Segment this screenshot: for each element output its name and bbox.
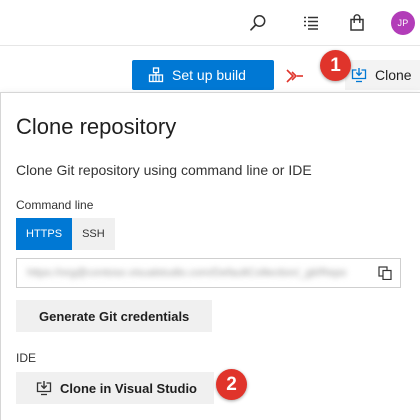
search-icon[interactable] bbox=[246, 11, 270, 35]
clone-icon bbox=[351, 67, 367, 83]
set-up-build-label: Set up build bbox=[172, 67, 246, 83]
clone-url-field[interactable]: https://org@contoso.visualstudio.com/Def… bbox=[16, 258, 401, 288]
pull-request-icon[interactable] bbox=[286, 68, 304, 84]
panel-description: Clone Git repository using command line … bbox=[16, 162, 312, 178]
task-list-icon[interactable] bbox=[299, 11, 323, 35]
set-up-build-button[interactable]: Set up build bbox=[132, 60, 274, 90]
tab-ssh-label: SSH bbox=[82, 228, 105, 240]
step-badge-2: 2 bbox=[216, 369, 247, 400]
ide-label: IDE bbox=[16, 351, 37, 365]
tab-https-label: HTTPS bbox=[26, 228, 63, 240]
generate-git-credentials-label: Generate Git credentials bbox=[39, 308, 190, 324]
step-badge-1: 1 bbox=[320, 50, 351, 81]
clone-in-visual-studio-button[interactable]: Clone in Visual Studio bbox=[16, 372, 214, 404]
protocol-tabs: HTTPS SSH bbox=[16, 218, 115, 250]
tab-https[interactable]: HTTPS bbox=[16, 218, 73, 250]
copy-url-button[interactable] bbox=[370, 259, 400, 287]
avatar[interactable]: JP bbox=[391, 11, 415, 35]
clone-url-value: https://org@contoso.visualstudio.com/Def… bbox=[27, 267, 347, 279]
panel-title: Clone repository bbox=[16, 114, 177, 139]
build-icon bbox=[148, 67, 164, 83]
clone-button-label: Clone bbox=[375, 67, 412, 83]
command-line-label: Command line bbox=[16, 198, 94, 212]
generate-git-credentials-button[interactable]: Generate Git credentials bbox=[16, 300, 213, 332]
clone-repository-panel: Clone repository Clone Git repository us… bbox=[0, 92, 420, 420]
tab-ssh[interactable]: SSH bbox=[72, 218, 115, 250]
repo-toolbar: Set up build Clone 1 bbox=[0, 46, 420, 154]
clone-ide-icon bbox=[36, 380, 52, 396]
copy-icon bbox=[378, 266, 392, 280]
clone-button[interactable]: Clone bbox=[345, 60, 420, 90]
step-badge-1-number: 1 bbox=[330, 54, 341, 76]
shopping-bag-icon[interactable] bbox=[345, 11, 369, 35]
step-badge-2-number: 2 bbox=[226, 373, 237, 395]
avatar-initials: JP bbox=[397, 18, 409, 28]
top-header-bar: JP bbox=[0, 0, 420, 46]
clone-in-visual-studio-label: Clone in Visual Studio bbox=[60, 380, 197, 396]
